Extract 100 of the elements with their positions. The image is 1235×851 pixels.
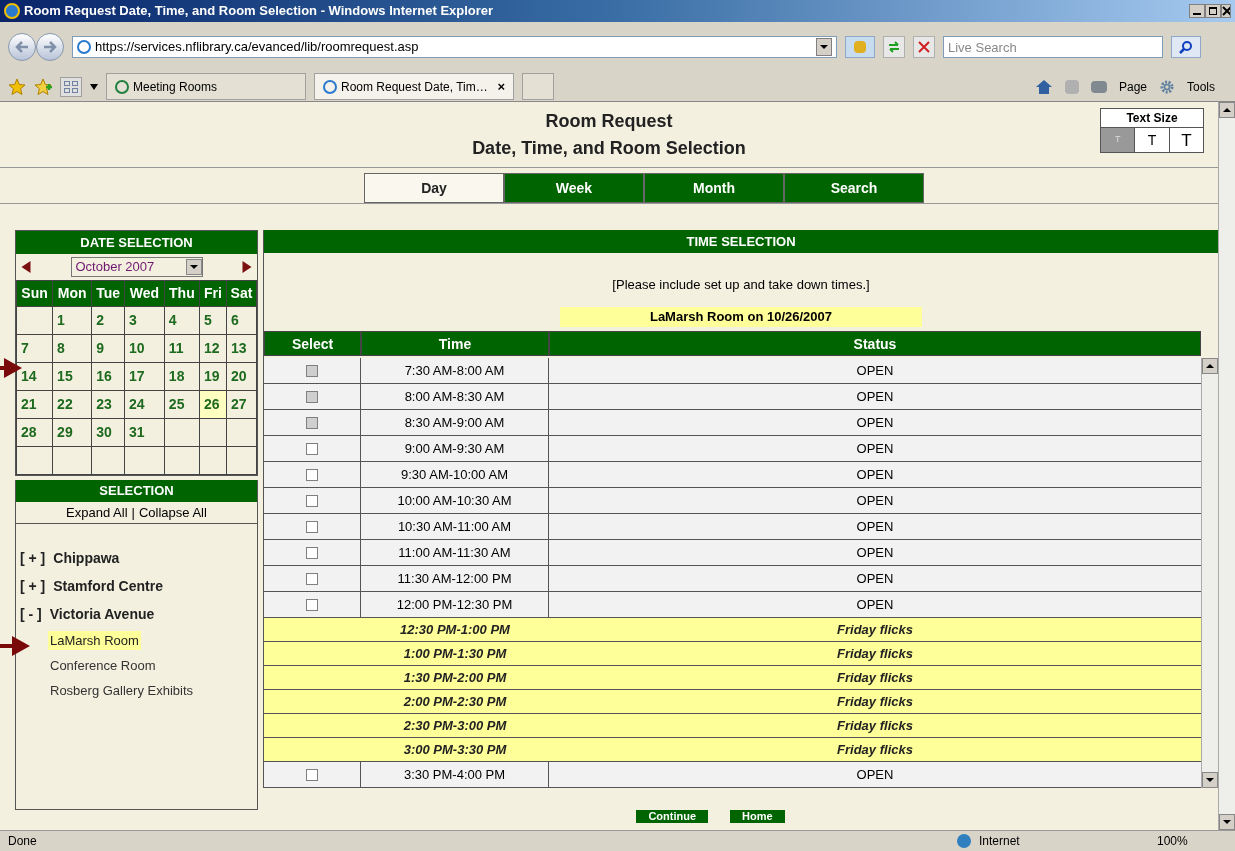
site-link[interactable]: Stamford Centre — [53, 575, 163, 597]
calendar-day[interactable]: 2 — [91, 306, 125, 335]
zoom-button[interactable]: 100% — [1157, 832, 1227, 850]
add-star-icon[interactable] — [34, 77, 52, 96]
calendar-day[interactable]: 8 — [52, 334, 92, 363]
calendar-day[interactable]: 22 — [52, 390, 92, 419]
dropdown-icon — [185, 259, 202, 275]
calendar-day[interactable]: 6 — [226, 306, 257, 335]
time-cell: 9:00 AM-9:30 AM — [361, 436, 549, 461]
new-tab-button[interactable] — [522, 73, 554, 100]
view-tab[interactable]: Week — [504, 173, 644, 203]
scroll-up-button[interactable] — [1219, 102, 1235, 118]
caret-up-icon — [1206, 362, 1214, 370]
quick-tabs-icon[interactable] — [60, 76, 82, 97]
time-cell: 10:30 AM-11:00 AM — [361, 514, 549, 539]
calendar-day[interactable]: 27 — [226, 390, 257, 419]
left-arrow-icon — [15, 41, 29, 53]
calendar-day[interactable]: 29 — [52, 418, 92, 447]
right-arrow-icon — [43, 41, 57, 53]
calendar-day[interactable]: 25 — [164, 390, 200, 419]
site-link[interactable]: Victoria Avenue — [49, 603, 155, 625]
expand-all-link[interactable]: Expand All — [66, 502, 128, 523]
room-link[interactable]: Rosberg Gallery Exhibits — [48, 680, 196, 701]
checkbox[interactable] — [306, 572, 318, 585]
previous-month-button[interactable] — [20, 261, 32, 273]
home-icon[interactable] — [1034, 78, 1053, 95]
next-month-button[interactable] — [241, 261, 253, 273]
calendar-day[interactable]: 12 — [199, 334, 227, 363]
calendar-day[interactable]: 21 — [16, 390, 53, 419]
month-dropdown[interactable]: October 2007 — [70, 257, 203, 277]
collapse-all-link[interactable]: Collapse All — [138, 502, 207, 523]
close-tab-button[interactable]: × — [497, 76, 505, 97]
search-field[interactable]: Live Search — [943, 36, 1163, 58]
scroll-down-button[interactable] — [1202, 772, 1218, 788]
room-link[interactable]: Conference Room — [48, 655, 158, 676]
page-scrollbar[interactable] — [1218, 102, 1235, 830]
page-menu[interactable]: Page — [1118, 77, 1147, 96]
forward-button[interactable] — [36, 33, 64, 61]
browser-tab[interactable]: Meeting Rooms — [106, 73, 306, 100]
calendar-day[interactable]: 23 — [91, 390, 125, 419]
refresh-icon[interactable] — [883, 36, 905, 58]
calendar-day[interactable]: 10 — [124, 334, 165, 363]
gear-icon[interactable] — [1159, 78, 1175, 95]
toggle-link[interactable]: [ + ] — [20, 547, 46, 569]
calendar-day[interactable]: 1 — [52, 306, 92, 335]
calendar-day[interactable]: 9 — [91, 334, 125, 363]
calendar-day[interactable]: 11 — [164, 334, 200, 363]
calendar-day[interactable]: 17 — [124, 362, 165, 391]
search-icon[interactable] — [1171, 36, 1201, 58]
tab-list-icon[interactable] — [90, 82, 98, 91]
checkbox[interactable] — [306, 598, 318, 611]
calendar-day[interactable]: 16 — [91, 362, 125, 391]
calendar-day[interactable]: 13 — [226, 334, 257, 363]
time-cell: 8:30 AM-9:00 AM — [361, 410, 549, 435]
stop-icon[interactable] — [913, 36, 935, 58]
calendar-day[interactable]: 30 — [91, 418, 125, 447]
room-link[interactable]: LaMarsh Room — [48, 630, 141, 651]
scroll-down-button[interactable] — [1219, 814, 1235, 830]
calendar-day[interactable]: 18 — [164, 362, 200, 391]
calendar-day[interactable]: 15 — [52, 362, 92, 391]
star-icon[interactable] — [8, 77, 26, 96]
checkbox[interactable] — [306, 546, 318, 559]
tools-menu[interactable]: Tools — [1187, 77, 1215, 96]
calendar-day[interactable]: 31 — [124, 418, 165, 447]
action-button[interactable]: Home — [730, 810, 785, 823]
calendar-day[interactable]: 4 — [164, 306, 200, 335]
status-cell-text: Friday flicks — [836, 669, 914, 687]
view-tab[interactable]: Day — [364, 173, 504, 203]
scroll-up-button[interactable] — [1202, 358, 1218, 374]
checkbox[interactable] — [306, 768, 318, 781]
time-cell: 10:00 AM-10:30 AM — [361, 488, 549, 513]
browser-tab[interactable]: Room Request Date, Tim… × — [314, 73, 514, 100]
calendar-day[interactable]: 5 — [199, 306, 227, 335]
action-button[interactable]: Continue — [636, 810, 709, 823]
weekday-header: Fri — [199, 280, 227, 307]
checkbox[interactable] — [306, 442, 318, 455]
time-cell-text: 1:00 PM-1:30 PM — [402, 645, 508, 663]
page-subtitle: Date, Time, and Room Selection — [472, 136, 746, 160]
calendar-day[interactable]: 24 — [124, 390, 165, 419]
calendar-day[interactable]: 19 — [199, 362, 227, 391]
calendar-day[interactable]: 3 — [124, 306, 165, 335]
site-link[interactable]: Chippawa — [53, 547, 120, 569]
scrollbar[interactable] — [1201, 358, 1218, 788]
view-tab[interactable]: Month — [644, 173, 784, 203]
calendar-day[interactable]: 28 — [16, 418, 53, 447]
close-button[interactable] — [1221, 4, 1231, 18]
checkbox[interactable] — [306, 494, 318, 507]
view-tab[interactable]: Search — [784, 173, 924, 203]
back-button[interactable] — [8, 33, 36, 61]
toggle-link[interactable]: [ + ] — [20, 575, 46, 597]
dropdown-button[interactable] — [816, 38, 832, 56]
weekday-header: Thu — [164, 280, 200, 307]
maximize-button[interactable] — [1205, 4, 1221, 18]
checkbox[interactable] — [306, 468, 318, 481]
checkbox[interactable] — [306, 520, 318, 533]
address-field[interactable]: https://services.nflibrary.ca/evanced/lib/roomrequest.asp — [72, 36, 837, 58]
calendar-day[interactable]: 7 — [16, 334, 53, 363]
toggle-link[interactable]: [ - ] — [20, 603, 42, 625]
minimize-button[interactable] — [1189, 4, 1205, 18]
calendar-day[interactable]: 20 — [226, 362, 257, 391]
